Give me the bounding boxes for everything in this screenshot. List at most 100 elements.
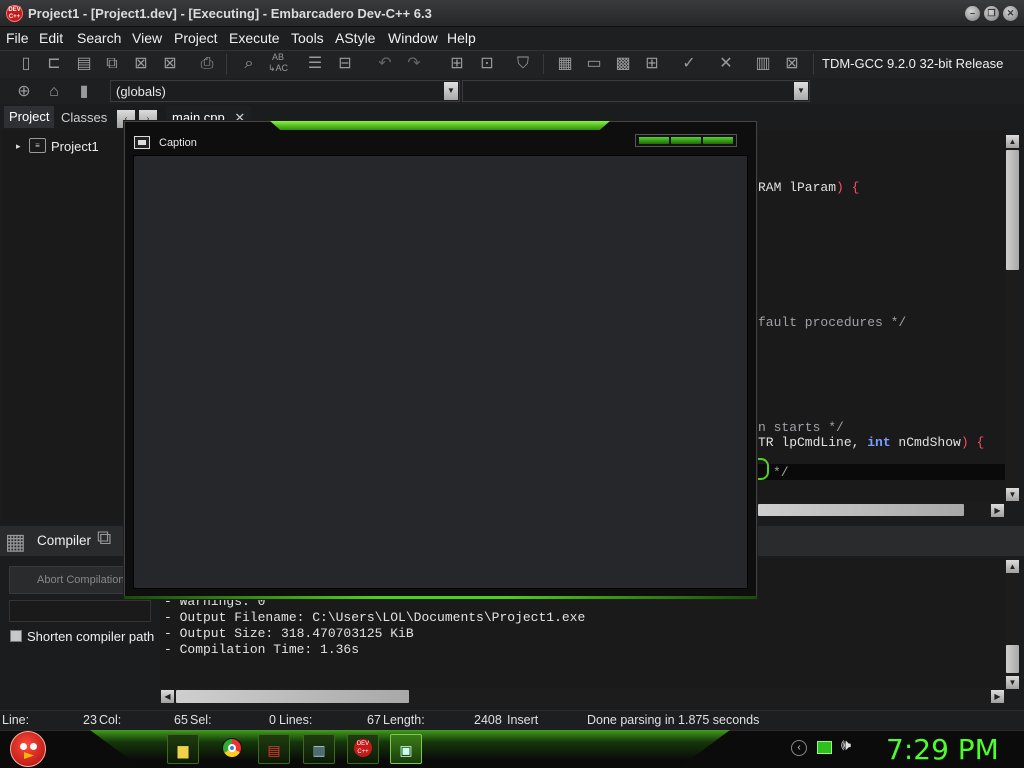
compile-run-icon[interactable]: ▩	[611, 52, 635, 76]
restore-button[interactable]: ❐	[984, 6, 999, 21]
close-button[interactable]: ✕	[1003, 6, 1018, 21]
delete-profile-icon[interactable]: ⊠	[780, 52, 804, 76]
tab-project[interactable]: Project	[4, 106, 55, 128]
menu-edit[interactable]: Edit	[39, 30, 63, 46]
scroll-up-icon[interactable]: ▲	[1006, 135, 1019, 148]
status-col-label: Col:	[99, 713, 122, 727]
app-window-client-area[interactable]	[133, 155, 748, 589]
app-close-button[interactable]	[703, 137, 733, 144]
scroll-left-icon[interactable]: ◀	[161, 690, 174, 703]
output-hscroll-thumb[interactable]	[176, 690, 409, 703]
save-all-icon[interactable]: ⧉	[100, 52, 124, 76]
class-scope-value: (globals)	[116, 84, 166, 99]
class-scope-combo[interactable]: (globals) ▼	[110, 80, 460, 102]
code-line: RAM lParam) {	[758, 180, 860, 195]
notepad-icon[interactable]: ▥	[303, 734, 335, 764]
devcpp-taskbar-icon[interactable]: DEV C++	[347, 734, 379, 764]
taskbar-clock[interactable]: 7:29 PM	[886, 733, 999, 766]
menu-help[interactable]: Help	[447, 30, 476, 46]
project-node-icon: ≡	[29, 138, 46, 153]
toggle-bookmark-icon[interactable]: ⊟	[333, 52, 357, 76]
toolbar-separator	[543, 54, 544, 74]
tree-project-node[interactable]: Project1	[51, 139, 99, 154]
app-maximize-button[interactable]	[671, 137, 701, 144]
goto-line-icon[interactable]: ☰	[303, 52, 327, 76]
output-line: - Compilation Time: 1.36s	[164, 642, 360, 657]
bookmark-icon[interactable]: ⌂	[42, 80, 66, 104]
new-file-icon[interactable]: ▯	[14, 52, 38, 76]
scroll-right-icon[interactable]: ▶	[991, 690, 1004, 703]
shorten-path-checkbox[interactable]	[10, 630, 22, 642]
undo-icon[interactable]: ↶	[373, 52, 397, 76]
function-scope-combo[interactable]: ▼	[462, 80, 810, 102]
menu-tools[interactable]: Tools	[291, 30, 324, 46]
output-line: - Output Size: 318.470703125 KiB	[164, 626, 414, 641]
menu-window[interactable]: Window	[388, 30, 438, 46]
editor-vscroll-thumb[interactable]	[1006, 150, 1019, 270]
scroll-up-icon[interactable]: ▲	[1006, 560, 1019, 573]
print-icon[interactable]: ⎙	[195, 52, 219, 76]
replace-icon[interactable]: AB ↳AC	[266, 52, 290, 76]
status-line-value: 23	[83, 713, 97, 727]
compile-icon[interactable]: ▦	[553, 52, 577, 76]
find-icon[interactable]: ⌕	[237, 52, 261, 76]
add-to-project-icon[interactable]: ⊡	[475, 52, 499, 76]
tray-chevron-icon[interactable]: ‹	[791, 740, 807, 756]
start-button-angry-bird-icon[interactable]	[10, 731, 46, 767]
minimize-button[interactable]: –	[965, 6, 980, 21]
run-icon[interactable]: ▭	[582, 52, 606, 76]
scroll-down-icon[interactable]: ▼	[1006, 488, 1019, 501]
compiler-select[interactable]: TDM-GCC 9.2.0 32-bit Release	[822, 56, 1003, 71]
running-app-window-icon[interactable]: ▣	[390, 734, 422, 764]
scroll-down-icon[interactable]: ▼	[1006, 676, 1019, 689]
status-col-value: 65	[174, 713, 188, 727]
check-syntax-icon[interactable]: ✓	[677, 52, 701, 76]
scroll-right-icon[interactable]: ▶	[991, 504, 1004, 517]
profile-icon[interactable]: ▥	[751, 52, 775, 76]
network-icon[interactable]	[817, 741, 832, 754]
app-window-caption-buttons	[635, 134, 737, 147]
rebuild-all-icon[interactable]: ⊞	[640, 52, 664, 76]
app-window-bottom-glow	[124, 596, 757, 599]
close-all-icon[interactable]: ⊠	[158, 52, 182, 76]
current-line-highlight	[758, 464, 1005, 480]
calendar-icon[interactable]: ▤	[258, 734, 290, 764]
tree-expand-icon[interactable]: ▸	[16, 141, 21, 152]
stop-execution-icon[interactable]: ✕	[714, 52, 738, 76]
folder-icon[interactable]: ▆	[167, 734, 199, 764]
menu-file[interactable]: File	[6, 30, 29, 46]
output-vscroll-thumb[interactable]	[1006, 645, 1019, 673]
insert-icon[interactable]: ⊕	[12, 80, 36, 104]
chevron-down-icon[interactable]: ▼	[444, 82, 458, 100]
resources-icon[interactable]: ⧉	[97, 527, 125, 555]
status-sel-label: Sel:	[190, 713, 212, 727]
goto-bookmark-icon[interactable]: ▮	[72, 80, 96, 104]
window-title: Project1 - [Project1.dev] - [Executing] …	[28, 6, 432, 21]
new-project-icon[interactable]: ⊞	[445, 52, 469, 76]
tab-compiler[interactable]: Compiler	[37, 533, 91, 548]
save-icon[interactable]: ▤	[72, 52, 96, 76]
status-sel-value: 0	[269, 713, 276, 727]
code-line-comment: */	[773, 465, 789, 480]
status-lines-label: Lines:	[279, 713, 313, 727]
project-options-icon[interactable]: ⛉	[511, 52, 535, 76]
menu-execute[interactable]: Execute	[229, 30, 280, 46]
status-length-value: 2408	[474, 713, 502, 727]
chevron-down-icon[interactable]: ▼	[794, 82, 808, 100]
close-file-icon[interactable]: ⊠	[129, 52, 153, 76]
menu-project[interactable]: Project	[174, 30, 218, 46]
toolbar-separator	[813, 54, 814, 74]
volume-icon[interactable]: 🕪	[841, 737, 851, 755]
app-minimize-button[interactable]	[639, 137, 669, 144]
menu-search[interactable]: Search	[77, 30, 121, 46]
toolbar-separator	[226, 54, 227, 74]
tab-classes[interactable]: Classes	[56, 107, 112, 129]
redo-icon[interactable]: ↷	[402, 52, 426, 76]
app-window-top-glow	[270, 121, 610, 130]
menu-view[interactable]: View	[132, 30, 162, 46]
chrome-icon[interactable]	[222, 738, 242, 758]
open-file-icon[interactable]: ⊏	[42, 52, 66, 76]
menu-astyle[interactable]: AStyle	[335, 30, 375, 46]
editor-hscroll-thumb[interactable]	[758, 504, 964, 516]
devcpp-app-icon[interactable]: DEV C++	[6, 5, 23, 22]
